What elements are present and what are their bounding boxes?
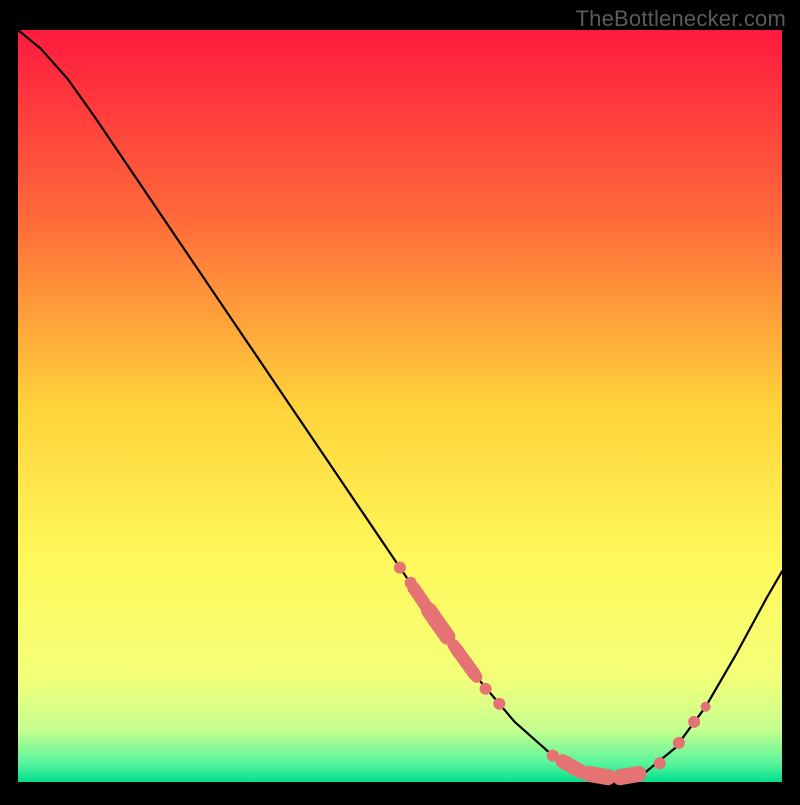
data-marker — [688, 716, 700, 728]
data-marker — [470, 671, 482, 683]
data-marker — [673, 737, 685, 749]
data-marker — [394, 562, 406, 574]
plot-background — [18, 30, 782, 782]
data-marker — [589, 774, 607, 777]
data-marker — [493, 698, 505, 710]
chart-svg — [0, 0, 800, 800]
data-marker — [620, 774, 638, 777]
data-marker — [480, 683, 492, 695]
data-marker — [654, 757, 666, 769]
data-marker — [563, 761, 581, 771]
chart-container: TheBottlenecker.com — [0, 0, 800, 800]
data-marker — [701, 702, 711, 712]
attribution-label: TheBottlenecker.com — [576, 6, 786, 32]
